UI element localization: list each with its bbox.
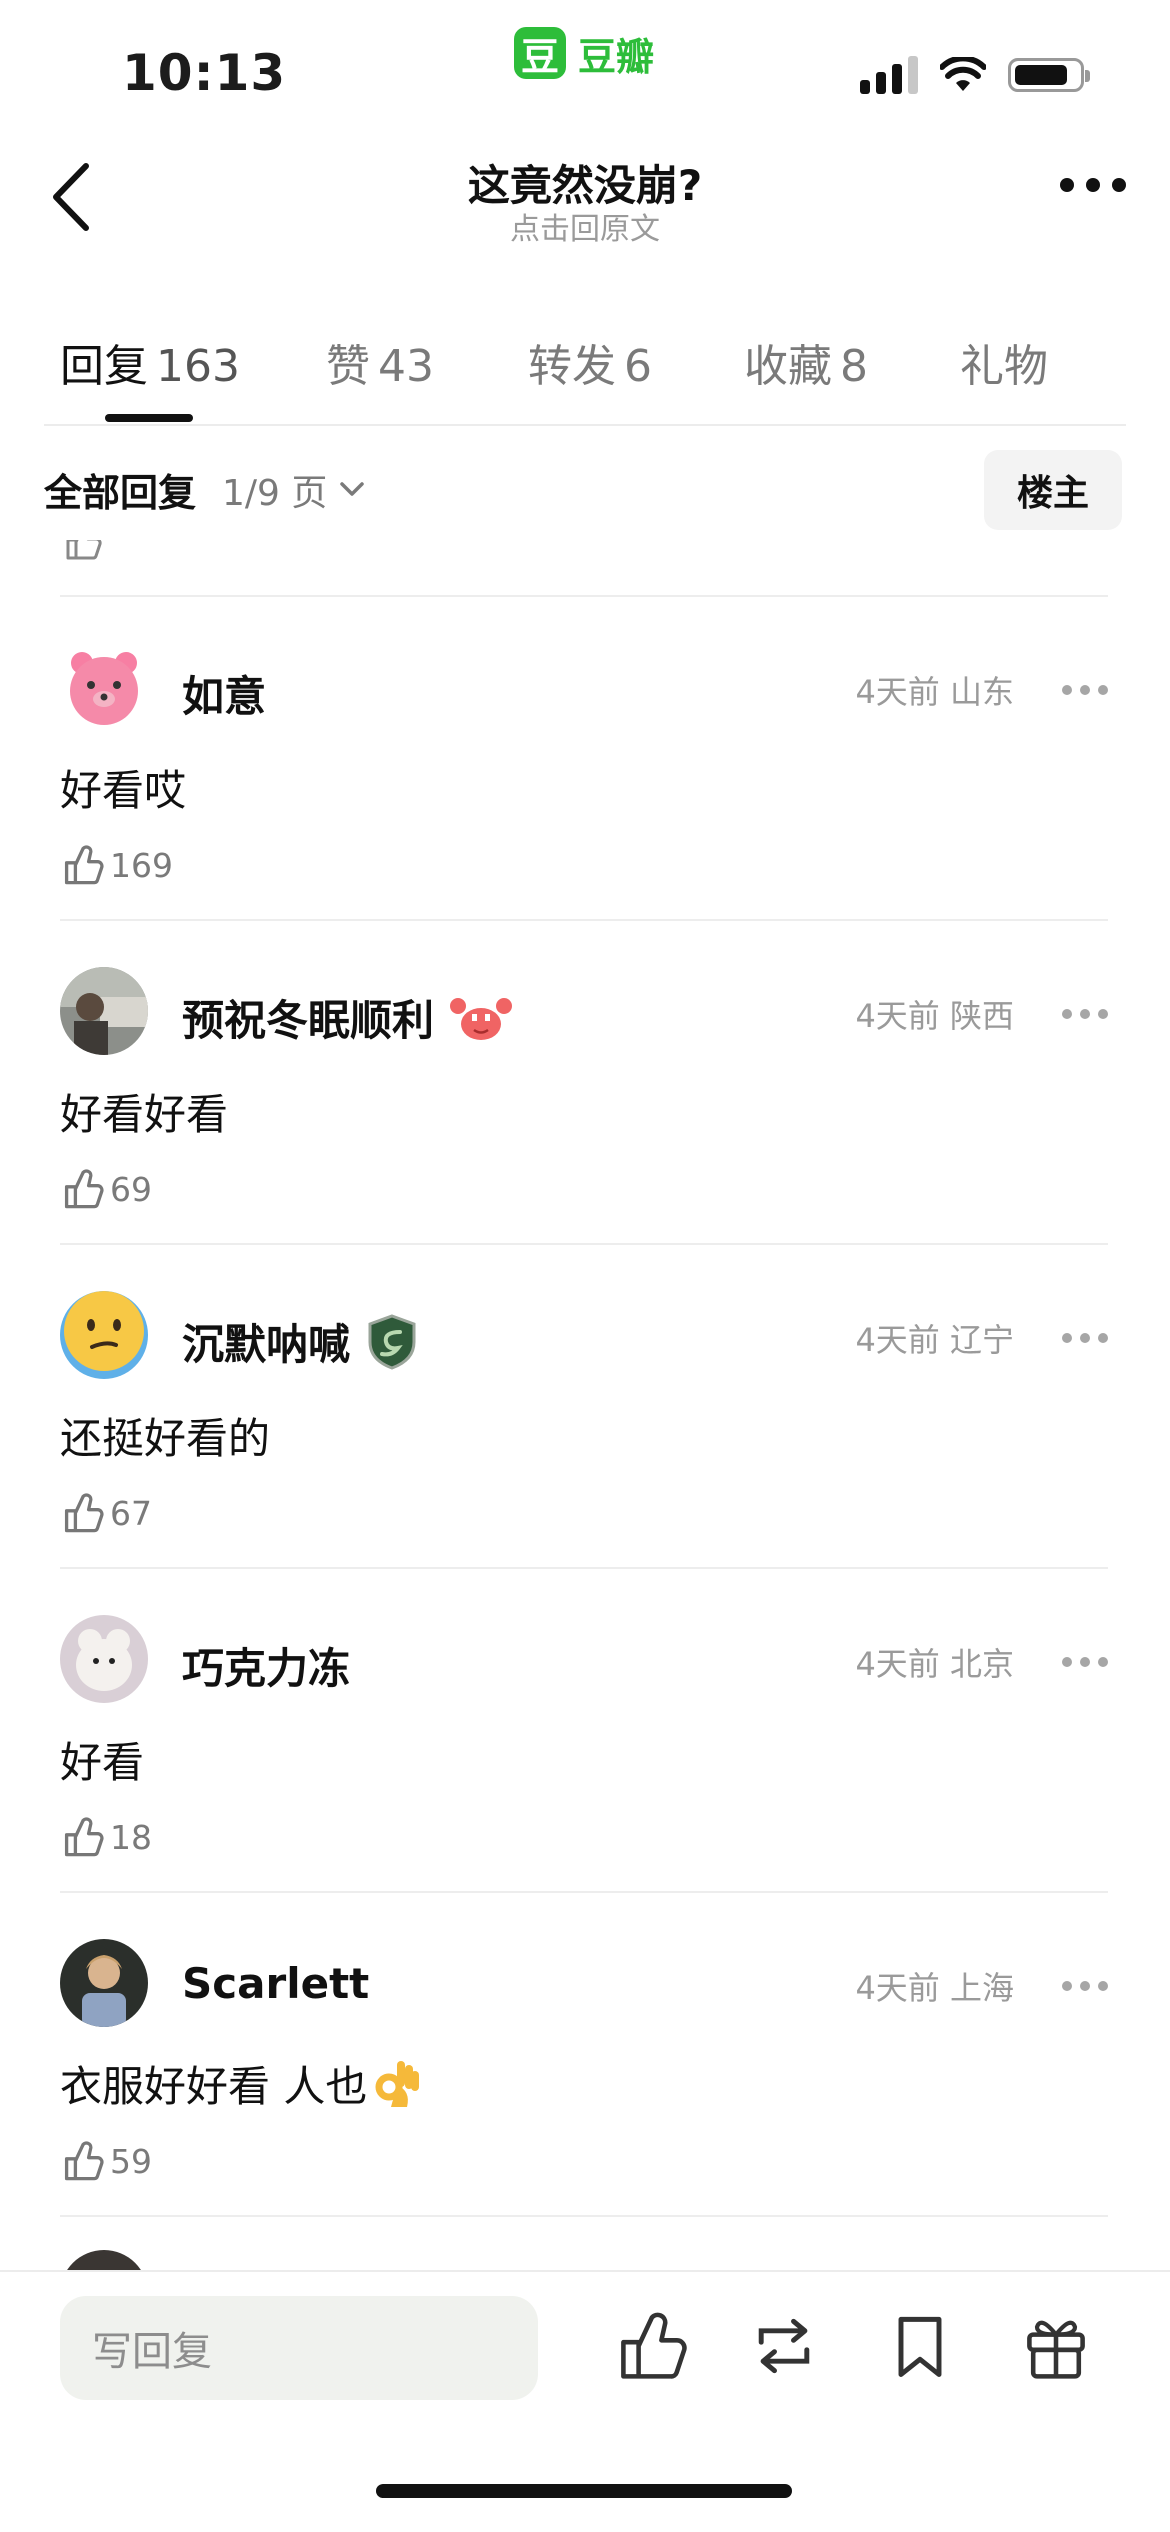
douban-logo-icon: 豆 bbox=[514, 27, 566, 79]
thumbs-up-icon bbox=[64, 1817, 104, 1857]
comment-meta: 4天前 陕西 bbox=[855, 997, 1014, 1035]
battery-icon bbox=[1008, 58, 1090, 92]
back-to-original-link[interactable]: 点击回原文 bbox=[0, 204, 1170, 248]
comment-like-button[interactable]: 69 bbox=[60, 1167, 152, 1211]
thumbs-up-icon bbox=[64, 1493, 104, 1533]
comment-author[interactable]: Scarlett bbox=[182, 1959, 369, 2008]
page-indicator: 1/9 页 bbox=[222, 473, 328, 514]
like-icon[interactable] bbox=[612, 2308, 688, 2384]
comment-author[interactable]: 沉默呐喊 bbox=[182, 1311, 418, 1372]
tab-gifts[interactable]: 礼物 bbox=[960, 330, 1048, 394]
ok-hand-emoji bbox=[375, 2060, 420, 2107]
row-divider bbox=[60, 2215, 1108, 2217]
comment-text: 好看哎 bbox=[60, 766, 187, 815]
plush-toy-avatar[interactable] bbox=[60, 1615, 148, 1703]
like-count: 169 bbox=[110, 845, 173, 885]
thumbs-up-icon bbox=[64, 1169, 104, 1209]
thumbs-up-icon bbox=[64, 845, 104, 885]
comment-meta: 4天前 北京 bbox=[855, 1645, 1014, 1683]
gift-icon[interactable] bbox=[1018, 2308, 1094, 2384]
chevron-down-icon bbox=[340, 482, 365, 496]
comment-more-icon[interactable] bbox=[1062, 1009, 1108, 1019]
comment-text: 好看 bbox=[60, 1738, 145, 1787]
partial-like-icon bbox=[62, 540, 102, 562]
comment-more-icon[interactable] bbox=[1062, 1657, 1108, 1667]
status-icons bbox=[860, 56, 1090, 94]
app-badge[interactable]: 豆 豆瓣 bbox=[514, 26, 654, 80]
comment-item[interactable]: 如意 4天前 山东 好看哎 169 bbox=[60, 597, 1108, 919]
comment-item[interactable]: 沉默呐喊 4天前 辽宁 还挺好看的 67 bbox=[60, 1245, 1108, 1567]
repost-icon[interactable] bbox=[746, 2308, 822, 2384]
comment-item[interactable]: 巧克力冻 4天前 北京 好看 18 bbox=[60, 1569, 1108, 1891]
portrait-avatar[interactable] bbox=[60, 1939, 148, 2027]
tab-collections[interactable]: 收藏 8 bbox=[744, 330, 960, 394]
crab-badge-icon bbox=[450, 997, 513, 1040]
snake-shield-badge-icon bbox=[368, 1313, 416, 1370]
page-selector[interactable]: 1/9 页 bbox=[222, 464, 365, 516]
comment-more-icon[interactable] bbox=[1062, 685, 1108, 695]
comment-meta: 4天前 上海 bbox=[855, 1969, 1014, 2007]
op-only-button[interactable]: 楼主 bbox=[984, 450, 1122, 530]
like-count: 59 bbox=[110, 2141, 152, 2181]
comment-text: 还挺好看的 bbox=[60, 1414, 271, 1463]
photo-avatar[interactable] bbox=[60, 967, 148, 1055]
more-button[interactable] bbox=[1060, 178, 1126, 192]
comment-item[interactable]: 预祝冬眠顺利 4天前 陕西 好看好看 69 bbox=[60, 921, 1108, 1243]
comment-more-icon[interactable] bbox=[1062, 1333, 1108, 1343]
comment-text: 好看好看 bbox=[60, 1090, 229, 1139]
comment-like-button[interactable]: 59 bbox=[60, 2139, 152, 2183]
reply-input[interactable]: 写回复 bbox=[60, 2296, 538, 2400]
comment-like-button[interactable]: 169 bbox=[60, 843, 173, 887]
comment-like-button[interactable]: 18 bbox=[60, 1815, 152, 1859]
more-icon bbox=[1060, 178, 1074, 192]
tabs-divider bbox=[44, 424, 1126, 426]
home-indicator[interactable] bbox=[376, 2484, 792, 2498]
comment-like-button[interactable]: 67 bbox=[60, 1491, 152, 1535]
wifi-icon bbox=[940, 57, 986, 91]
tab-likes[interactable]: 赞 43 bbox=[326, 330, 528, 394]
like-count: 18 bbox=[110, 1817, 152, 1857]
bookmark-icon[interactable] bbox=[882, 2308, 958, 2384]
confused-face-avatar[interactable] bbox=[60, 1291, 148, 1379]
partial-avatar bbox=[60, 2250, 148, 2270]
comment-more-icon[interactable] bbox=[1062, 1981, 1108, 1991]
tab-reposts[interactable]: 转发 6 bbox=[528, 330, 744, 394]
tab-replies[interactable]: 回复 163 bbox=[60, 330, 326, 394]
comment-meta: 4天前 辽宁 bbox=[855, 1321, 1014, 1359]
thumbs-up-icon bbox=[64, 2141, 104, 2181]
pink-bear-avatar[interactable] bbox=[60, 643, 148, 731]
active-tab-indicator bbox=[105, 414, 193, 422]
comment-author[interactable]: 巧克力冻 bbox=[182, 1635, 350, 1696]
status-time: 10:13 bbox=[122, 44, 287, 102]
comment-item[interactable]: Scarlett 4天前 上海 衣服好好看 人也 59 bbox=[60, 1893, 1108, 2215]
like-count: 67 bbox=[110, 1493, 152, 1533]
all-replies-label: 全部回复 bbox=[44, 471, 197, 515]
comment-author[interactable]: 如意 bbox=[182, 663, 266, 724]
like-count: 69 bbox=[110, 1169, 152, 1209]
comment-text: 衣服好好看 人也 bbox=[60, 2053, 421, 2114]
bottom-divider bbox=[0, 2270, 1170, 2272]
app-name: 豆瓣 bbox=[578, 34, 655, 79]
tab-bar: 回复 163 赞 43 转发 6 收藏 8 礼物 bbox=[60, 330, 1048, 394]
signal-icon bbox=[860, 56, 918, 94]
comment-author[interactable]: 预祝冬眠顺利 bbox=[182, 987, 513, 1048]
comment-meta: 4天前 山东 bbox=[855, 673, 1014, 711]
